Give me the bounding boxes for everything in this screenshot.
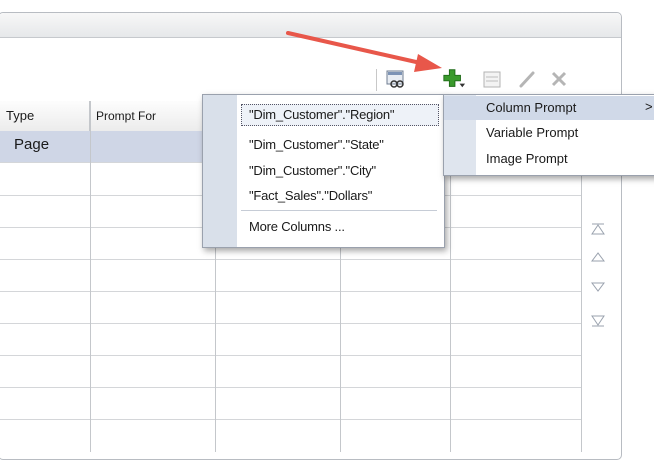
row-divider (0, 323, 581, 324)
type-cell: Page (14, 136, 50, 153)
menu-gutter (203, 95, 237, 247)
preview-button[interactable] (384, 67, 408, 91)
toolbar-separator (376, 69, 377, 91)
move-up-icon (591, 252, 605, 262)
menu-item-column-prompt[interactable]: Column Prompt (486, 100, 576, 115)
columns-menu: "Dim_Customer"."Region" "Dim_Customer"."… (202, 94, 445, 248)
move-bottom-icon (591, 315, 605, 327)
menu-item-dollars[interactable]: "Fact_Sales"."Dollars" (249, 188, 372, 203)
menu-item-region[interactable]: "Dim_Customer"."Region" (249, 107, 395, 122)
move-bottom-button[interactable] (590, 314, 606, 328)
add-prompt-button[interactable] (442, 67, 466, 91)
menu-item-city[interactable]: "Dim_Customer"."City" (249, 163, 376, 178)
chevron-right-icon: > (645, 99, 653, 114)
menu-item-more-columns[interactable]: More Columns ... (249, 219, 345, 234)
row-divider (0, 291, 581, 292)
move-up-button[interactable] (590, 250, 606, 264)
menu-item-variable-prompt[interactable]: Variable Prompt (486, 125, 578, 140)
menu-separator (241, 210, 437, 211)
delete-button[interactable] (547, 67, 571, 91)
edit-button[interactable] (515, 67, 539, 91)
add-icon (443, 69, 466, 88)
move-down-icon (591, 282, 605, 292)
properties-icon (483, 71, 501, 88)
row-divider (0, 355, 581, 356)
annotation-arrow (286, 31, 442, 72)
prompt-type-menu: Column Prompt > Variable Prompt Image Pr… (443, 94, 654, 176)
properties-button[interactable] (480, 67, 504, 91)
menu-item-image-prompt[interactable]: Image Prompt (486, 151, 568, 166)
move-down-button[interactable] (590, 280, 606, 294)
menu-item-state[interactable]: "Dim_Customer"."State" (249, 137, 384, 152)
preview-icon (386, 70, 404, 88)
row-divider (0, 259, 581, 260)
move-top-button[interactable] (590, 222, 606, 236)
row-divider (0, 387, 581, 388)
column-divider (90, 101, 91, 452)
move-top-icon (591, 223, 605, 235)
edit-icon (519, 71, 535, 88)
column-header-prompt-for[interactable]: Prompt For (90, 101, 215, 131)
delete-icon (551, 71, 567, 87)
column-header-type[interactable]: Type (0, 101, 90, 131)
row-divider (0, 419, 581, 420)
